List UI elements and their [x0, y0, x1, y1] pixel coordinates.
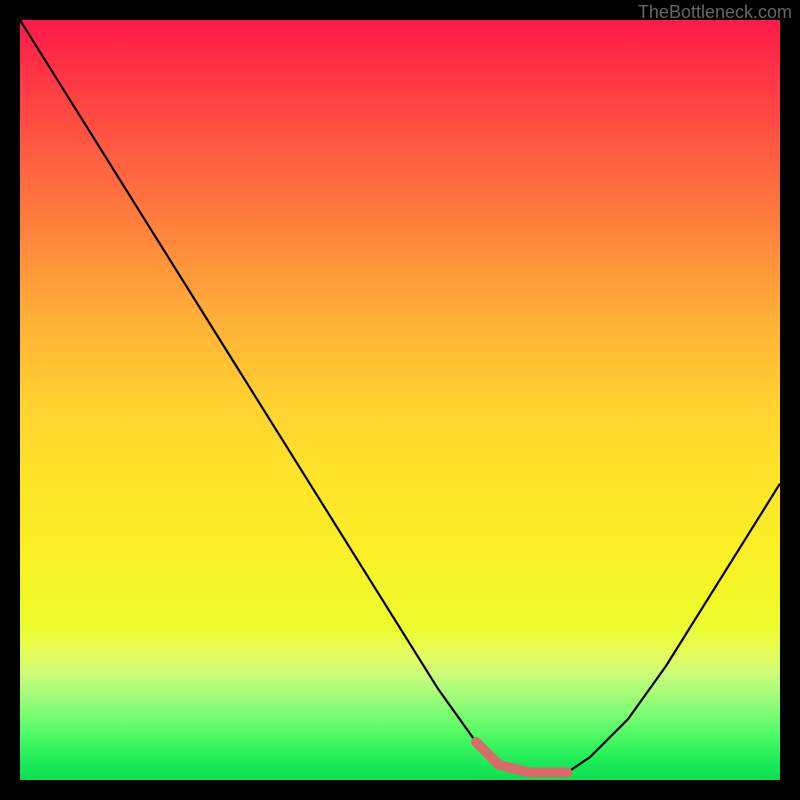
optimal-range-highlight	[476, 742, 567, 772]
curve-svg	[20, 20, 780, 780]
bottleneck-curve	[20, 20, 780, 772]
chart-container: TheBottleneck.com	[0, 0, 800, 800]
plot-area	[20, 20, 780, 780]
